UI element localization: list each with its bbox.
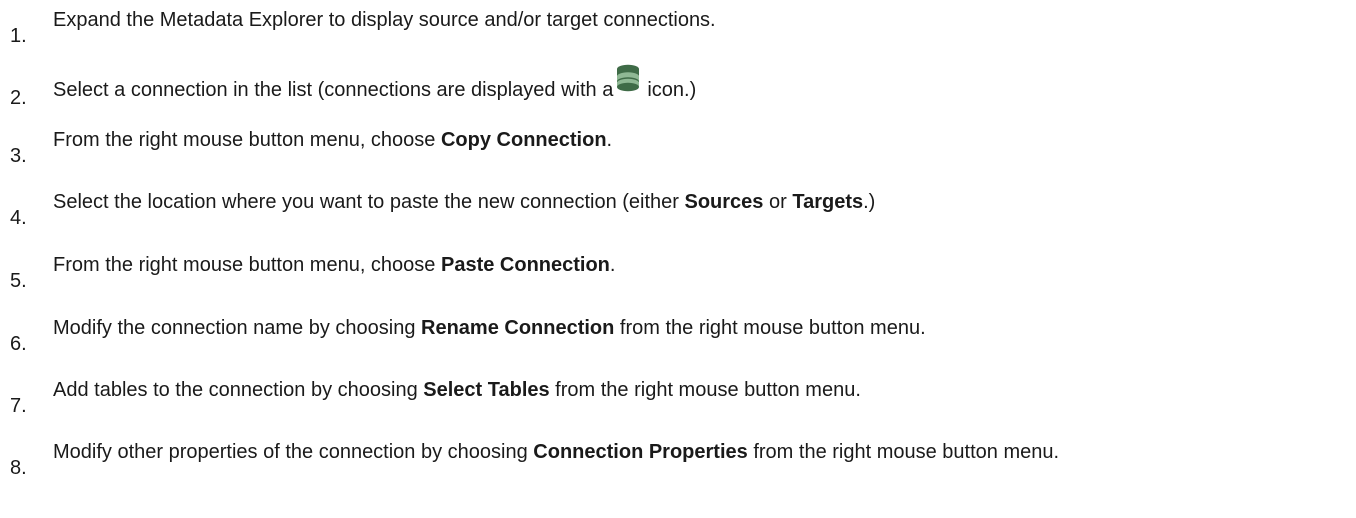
step-text: Modify other properties of the connectio… — [53, 440, 1059, 464]
step-7: 7. Add tables to the connection by choos… — [0, 378, 1350, 418]
step-text-part: Add tables to the connection by choosing — [53, 379, 424, 401]
step-text-part: from the right mouse button menu. — [614, 317, 926, 339]
step-text-part: Select a connection in the list (connect… — [53, 79, 614, 101]
step-text: Select the location where you want to pa… — [53, 190, 875, 214]
step-number: 7. — [10, 395, 27, 417]
step-text-part: . — [606, 129, 613, 151]
step-text-part: from the right mouse button menu. — [747, 441, 1060, 463]
step-text-part: Modify other properties of the connectio… — [53, 441, 534, 463]
step-3: 3. From the right mouse button menu, cho… — [0, 128, 1350, 168]
ui-term-bold: Paste Connection — [440, 254, 610, 276]
step-text-part: From the right mouse button menu, choose — [53, 254, 441, 276]
step-text: Modify the connection name by choosing R… — [53, 316, 926, 340]
step-5: 5. From the right mouse button menu, cho… — [0, 253, 1350, 293]
step-text-part: or — [763, 191, 793, 213]
step-number: 3. — [10, 145, 27, 167]
step-number: 6. — [10, 333, 27, 355]
step-2: 2. Select a connection in the list (conn… — [0, 64, 1350, 110]
ui-term-bold: Targets — [792, 191, 864, 213]
step-4: 4. Select the location where you want to… — [0, 190, 1350, 230]
step-number: 4. — [10, 207, 27, 229]
database-icon — [617, 64, 640, 92]
step-number: 8. — [10, 457, 27, 479]
step-text-part: Expand the Metadata Explorer to display … — [53, 9, 716, 31]
step-text-part: . — [609, 254, 616, 276]
step-text: Expand the Metadata Explorer to display … — [53, 8, 716, 32]
step-text-part: Modify the connection name by choosing — [53, 317, 421, 339]
ui-term-bold: Select Tables — [423, 379, 550, 401]
step-text-part: Select the location where you want to pa… — [53, 191, 685, 213]
step-8: 8. Modify other properties of the connec… — [0, 440, 1350, 480]
step-text-part: From the right mouse button menu, choose — [53, 129, 441, 151]
step-text: From the right mouse button menu, choose… — [53, 128, 612, 152]
step-text: From the right mouse button menu, choose… — [53, 253, 615, 277]
step-text: Select a connection in the list (connect… — [53, 64, 697, 102]
step-text: Add tables to the connection by choosing… — [53, 378, 861, 402]
ui-term-bold: Rename Connection — [421, 317, 615, 339]
step-number: 5. — [10, 270, 27, 292]
ui-term-bold: Sources — [684, 191, 764, 213]
ui-term-bold: Connection Properties — [533, 441, 748, 463]
ui-term-bold: Copy Connection — [440, 129, 607, 151]
step-number: 2. — [10, 87, 27, 109]
step-number: 1. — [10, 25, 27, 47]
procedure-steps-list: 1. Expand the Metadata Explorer to displ… — [0, 0, 1356, 518]
step-1: 1. Expand the Metadata Explorer to displ… — [0, 8, 1350, 48]
step-text-part: .) — [863, 191, 876, 213]
step-6: 6. Modify the connection name by choosin… — [0, 316, 1350, 356]
step-text-part: from the right mouse button menu. — [549, 379, 861, 401]
step-text-part: icon.) — [647, 79, 697, 101]
